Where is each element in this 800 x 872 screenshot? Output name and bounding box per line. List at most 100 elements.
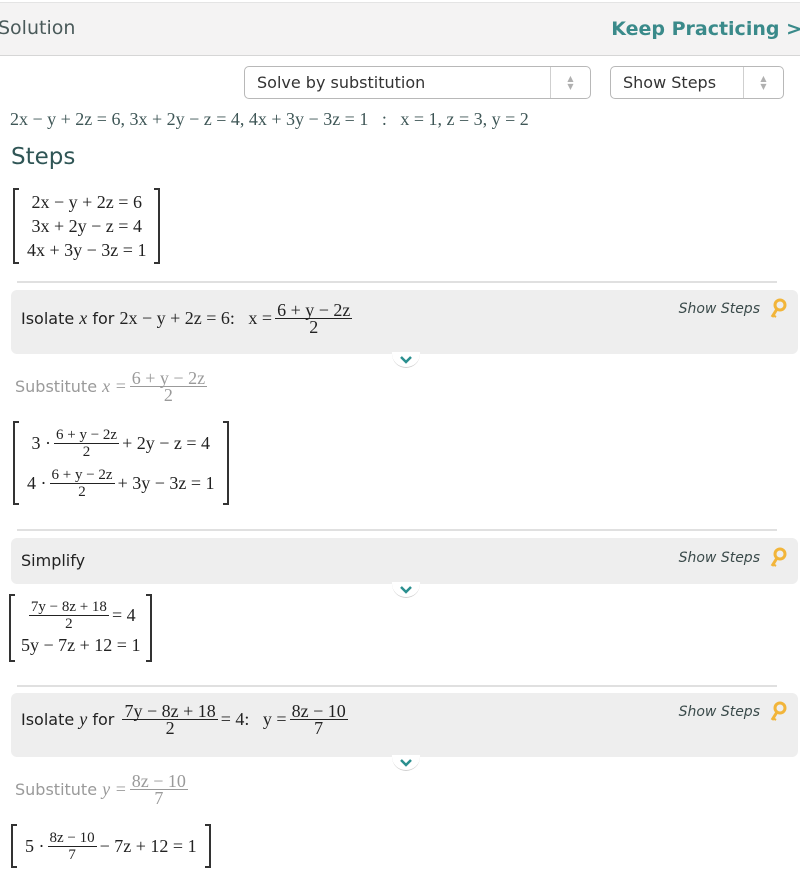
step-text: for	[87, 710, 120, 729]
expand-chevron-button[interactable]	[392, 755, 420, 771]
right-bracket	[146, 594, 153, 662]
step-text: Isolate	[21, 710, 80, 729]
final-substituted-matrix: 5 · 8z − 10 7 − 7z + 12 = 1	[11, 824, 211, 868]
show-steps-button[interactable]: Show Steps	[679, 547, 788, 569]
numerator: 7y − 8z + 18	[28, 598, 109, 616]
numerator: 6 + y − 2z	[54, 426, 120, 444]
show-steps-button[interactable]: Show Steps	[679, 298, 788, 320]
divider	[17, 529, 777, 531]
chevron-down-icon	[400, 356, 412, 364]
divider	[17, 685, 777, 687]
expand-chevron-button[interactable]	[392, 352, 420, 368]
denominator: 2	[82, 443, 91, 460]
equation-row: 3x + 2y − z = 4	[31, 216, 142, 236]
result-fraction: 8z − 10 7	[289, 702, 348, 738]
result-lhs: x =	[248, 308, 273, 328]
key-icon	[770, 298, 787, 318]
fraction: 6 + y − 2z 2	[54, 426, 120, 460]
denominator: 7	[154, 788, 164, 808]
key-icon	[770, 701, 787, 721]
solve-method-select[interactable]: Solve by substitution ▲ ▼	[244, 66, 591, 99]
answer-separator: :	[381, 109, 387, 129]
updown-arrows-icon: ▲ ▼	[550, 67, 590, 98]
substitute-fraction: 8z − 10 7	[129, 772, 188, 808]
result-fraction: 6 + y − 2z 2	[275, 301, 353, 337]
coefficient: 5 ·	[25, 836, 45, 856]
step-text: Simplify	[21, 551, 86, 570]
equation-row: 4 · 6 + y − 2z 2 + 3y − 3z = 1	[27, 463, 215, 503]
equation-row: 7y − 8z + 18 2 = 4	[26, 598, 136, 632]
substitute-label: Substitute	[15, 377, 103, 396]
key-icon	[770, 547, 787, 567]
step-text: Isolate	[21, 309, 80, 328]
denominator: 7	[68, 846, 76, 863]
answer-system: 2x − y + 2z = 6, 3x + 2y − z = 4, 4x + 3…	[10, 109, 369, 129]
substitute-fraction: 6 + y − 2z 2	[129, 369, 208, 405]
substitute-y-line: Substitute y = 8z − 10 7	[15, 772, 191, 808]
equation-rest: = 4	[111, 605, 136, 625]
show-steps-label: Show Steps	[678, 704, 760, 720]
fraction: 7y − 8z + 18 2	[28, 598, 109, 632]
step-label: Isolate x for 2x − y + 2z = 6: x = 6 + y…	[21, 301, 355, 337]
denominator: 2	[78, 483, 86, 500]
equation-rest: − 7z + 12 = 1	[99, 836, 197, 856]
equation-row: 4x + 3y − 3z = 1	[27, 240, 147, 260]
step-label: Simplify	[21, 551, 85, 570]
substitute-x-line: Substitute x = 6 + y − 2z 2	[15, 369, 210, 405]
show-steps-select[interactable]: Show Steps ▲ ▼	[610, 66, 784, 99]
right-bracket	[204, 824, 211, 868]
equation-fraction: 7y − 8z + 18 2	[122, 702, 218, 738]
equation-row: 3 · 6 + y − 2z 2 + 2y − z = 4	[32, 423, 211, 463]
expand-chevron-button[interactable]	[392, 582, 420, 598]
substitute-lhs: y =	[102, 779, 127, 799]
coefficient: 3 ·	[31, 433, 52, 453]
substituted-system-matrix: 3 · 6 + y − 2z 2 + 2y − z = 4 4 · 6 + y −…	[13, 421, 229, 505]
equation-rest: + 2y − z = 4	[122, 433, 211, 453]
result-lhs: y =	[262, 709, 287, 729]
denominator: 2	[309, 317, 319, 337]
updown-arrows-icon: ▲ ▼	[743, 67, 783, 98]
chevron-down-icon	[400, 759, 412, 767]
chevron-down-icon	[400, 586, 412, 594]
step-equation: 2x − y + 2z = 6:	[119, 308, 235, 328]
right-bracket	[154, 188, 161, 264]
show-steps-label: Show Steps	[678, 550, 760, 566]
denominator: 7	[314, 718, 324, 738]
equation-rest: = 4:	[220, 709, 250, 729]
step-isolate-x: Isolate x for 2x − y + 2z = 6: x = 6 + y…	[11, 290, 798, 354]
substitute-label: Substitute	[15, 780, 103, 799]
step-var: y	[79, 709, 88, 729]
equation-row: 5 · 8z − 10 7 − 7z + 12 = 1	[25, 830, 197, 863]
show-steps-value: Show Steps	[623, 73, 717, 92]
simplified-system-matrix: 7y − 8z + 18 2 = 4 5y − 7z + 12 = 1	[9, 594, 153, 662]
coefficient: 4 ·	[27, 473, 47, 493]
denominator: 2	[163, 385, 173, 405]
fraction: 8z − 10 7	[47, 829, 97, 863]
equation-rest: + 3y − 3z = 1	[117, 473, 215, 493]
keep-practicing-link[interactable]: Keep Practicing >	[611, 18, 800, 40]
initial-system-matrix: 2x − y + 2z = 6 3x + 2y − z = 4 4x + 3y …	[13, 188, 161, 264]
step-simplify: Simplify Show Steps	[11, 538, 798, 584]
solution-title: Solution	[0, 17, 76, 39]
step-var: x	[79, 308, 88, 328]
equation-row: 5y − 7z + 12 = 1	[21, 635, 141, 655]
divider	[17, 281, 777, 283]
steps-heading: Steps	[11, 144, 76, 170]
solve-method-value: Solve by substitution	[257, 73, 426, 92]
show-steps-button[interactable]: Show Steps	[679, 701, 788, 723]
step-isolate-y: Isolate y for 7y − 8z + 18 2 = 4: y = 8z …	[11, 693, 798, 757]
answer-solution: x = 1, z = 3, y = 2	[400, 109, 529, 129]
solution-header: Solution Keep Practicing >	[0, 2, 800, 56]
step-label: Isolate y for 7y − 8z + 18 2 = 4: y = 8z …	[21, 702, 351, 738]
denominator: 2	[165, 718, 175, 738]
show-steps-label: Show Steps	[678, 301, 760, 317]
equation-row: 2x − y + 2z = 6	[31, 192, 142, 212]
numerator: 6 + y − 2z	[49, 466, 115, 484]
fraction: 6 + y − 2z 2	[49, 466, 115, 500]
step-text: for	[87, 309, 120, 328]
substitute-lhs: x =	[102, 376, 127, 396]
denominator: 2	[65, 615, 73, 632]
answer-line: 2x − y + 2z = 6, 3x + 2y − z = 4, 4x + 3…	[10, 109, 529, 130]
right-bracket	[222, 421, 229, 505]
numerator: 8z − 10	[47, 829, 97, 847]
